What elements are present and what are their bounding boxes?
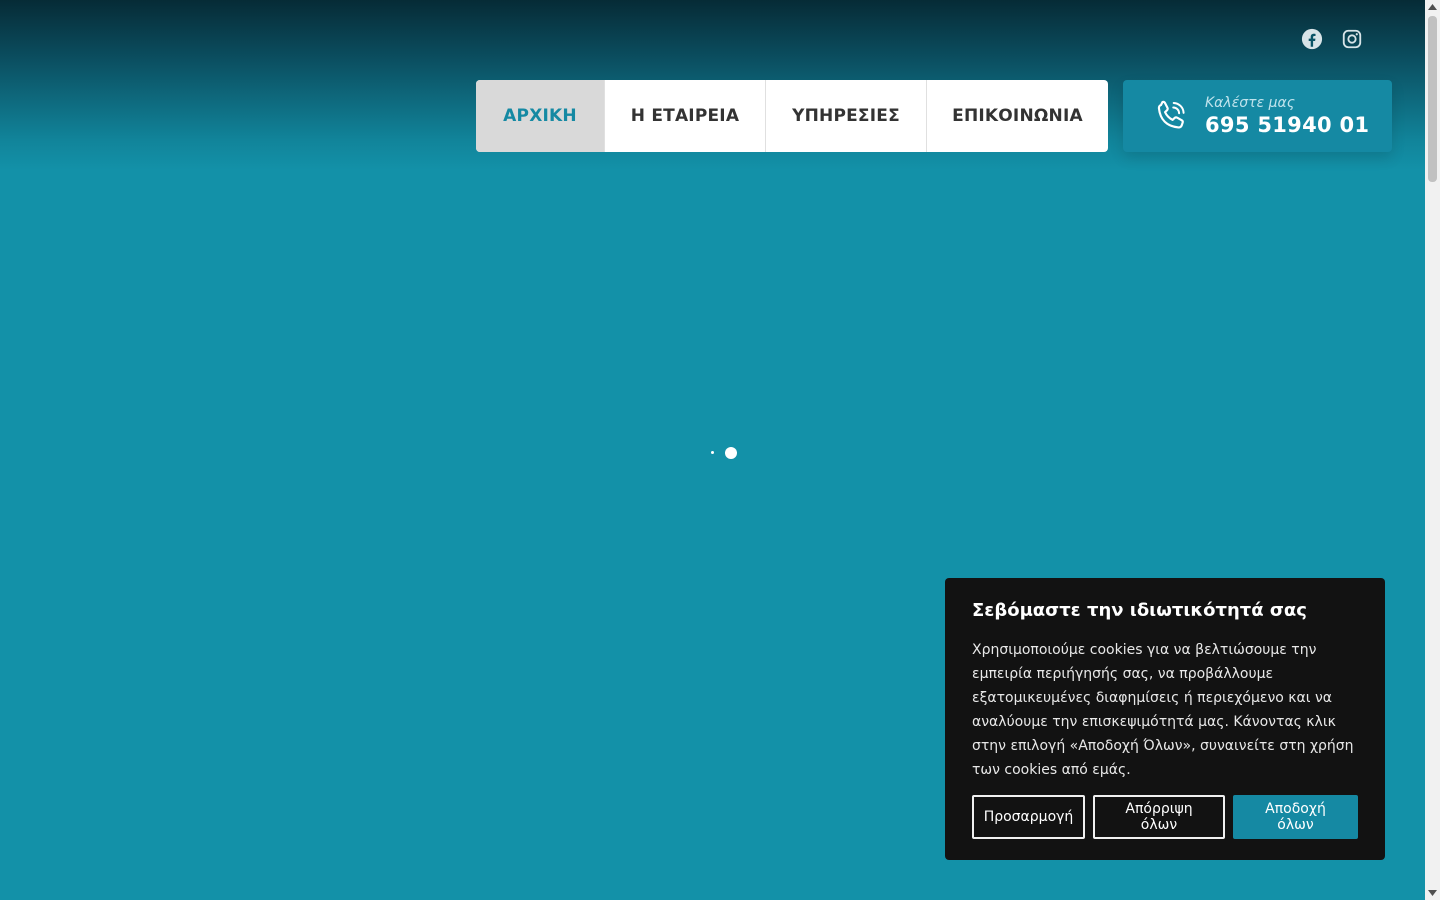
phone-icon [1157,100,1185,129]
cookie-title: Σεβόμαστε την ιδιωτικότητά σας [972,600,1307,621]
vertical-scrollbar[interactable] [1425,0,1440,900]
nav-item-company[interactable]: Η ΕΤΑΙΡΕΙΑ [605,80,766,152]
call-text: Καλέστε μας 695 51940 01 [1205,94,1369,138]
scrollbar-thumb[interactable] [1428,16,1437,182]
call-us-box[interactable]: Καλέστε μας 695 51940 01 [1123,80,1392,152]
scroll-up-arrow-icon[interactable] [1425,0,1440,14]
call-label: Καλέστε μας [1205,95,1295,111]
loader-dot-big [725,447,737,459]
cookie-description: Χρησιμοποιούμε cookies για να βελτιώσουμ… [972,642,1354,778]
nav-item-home[interactable]: ΑΡΧΙΚΗ [476,80,605,152]
social-links [1301,28,1363,50]
instagram-icon[interactable] [1341,28,1363,50]
accept-all-button[interactable]: Αποδοχή όλων [1233,795,1358,839]
page: ΑΡΧΙΚΗ Η ΕΤΑΙΡΕΙΑ ΥΠΗΡΕΣΙΕΣ ΕΠΙΚΟΙΝΩΝΙΑ … [0,0,1425,900]
phone-number[interactable]: 695 51940 01 [1205,112,1369,138]
reject-all-button[interactable]: Απόρριψη όλων [1093,795,1225,839]
main-nav: ΑΡΧΙΚΗ Η ΕΤΑΙΡΕΙΑ ΥΠΗΡΕΣΙΕΣ ΕΠΙΚΟΙΝΩΝΙΑ [476,80,1108,152]
nav-item-services[interactable]: ΥΠΗΡΕΣΙΕΣ [766,80,927,152]
nav-item-contact[interactable]: ΕΠΙΚΟΙΝΩΝΙΑ [927,80,1108,152]
facebook-icon[interactable] [1301,28,1323,50]
cookie-buttons: Προσαρμογή Απόρριψη όλων Αποδοχή όλων [972,795,1358,839]
scroll-down-arrow-icon[interactable] [1425,886,1440,900]
cookie-consent-dialog: Σεβόμαστε την ιδιωτικότητά σας Χρησιμοπο… [945,578,1385,860]
loader-dot-small [711,451,714,454]
customize-button[interactable]: Προσαρμογή [972,795,1085,839]
